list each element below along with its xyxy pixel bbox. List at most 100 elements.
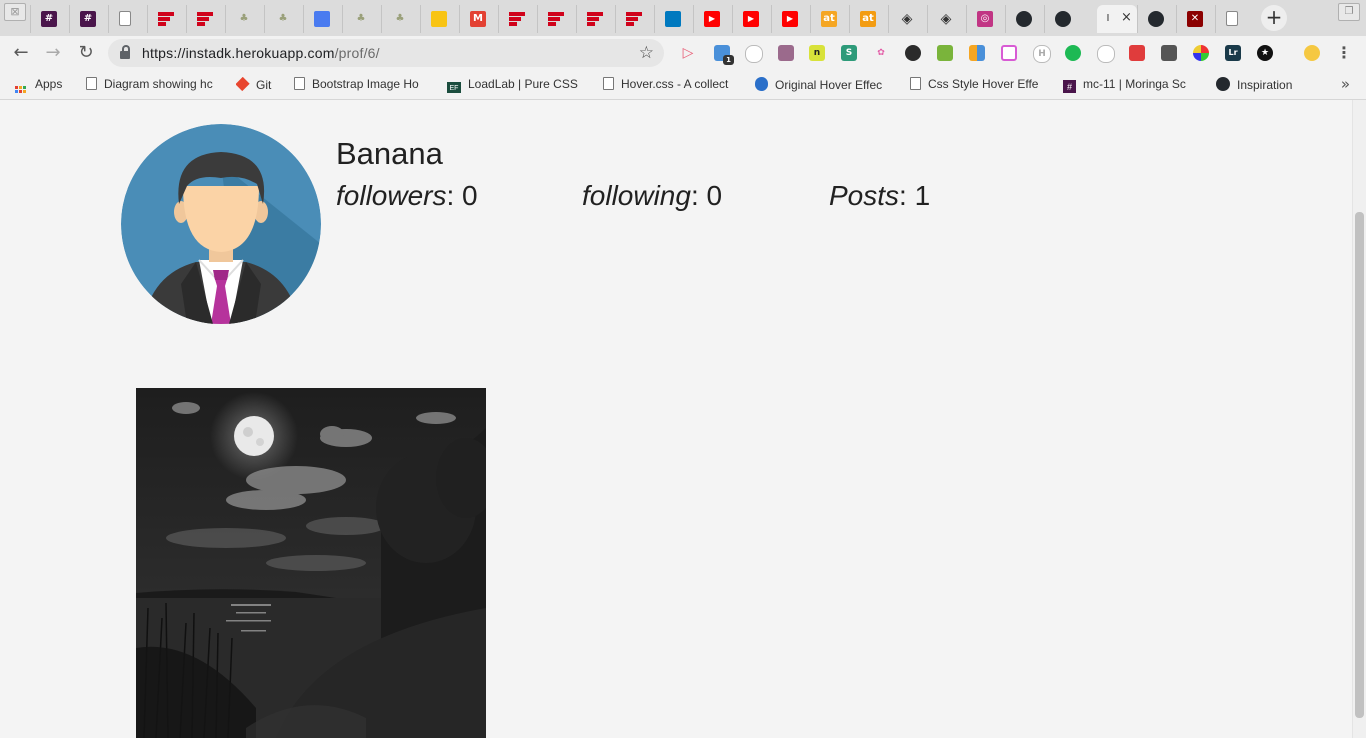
browser-tab[interactable]: ♣ [381,5,419,33]
stat-value: 0 [706,180,723,211]
apps-grid-icon [15,86,27,93]
browser-tab[interactable]: ◈ [888,5,926,33]
scrollbar-thumb[interactable] [1355,212,1364,718]
more-bookmarks-button[interactable]: » [1341,75,1350,93]
avatar-illustration [121,124,321,324]
alltop-icon: at [821,11,837,27]
reload-button[interactable]: ↻ [73,40,99,66]
browser-tab[interactable]: # [30,5,68,33]
browser-tab[interactable]: at [849,5,887,33]
restore-window-icon[interactable]: ❐ [1338,3,1360,21]
browser-tab[interactable]: ◈ [927,5,965,33]
extension-icon[interactable] [1161,45,1177,61]
docs-icon [314,11,330,27]
browser-tab[interactable] [108,5,146,33]
extension-icon[interactable] [745,45,763,63]
close-tab-icon[interactable]: × [1121,10,1132,25]
window-menu-icon[interactable]: ⊠ [4,3,26,21]
bookmark-hovercss[interactable]: Hover.css - A collect [603,77,738,93]
extension-icon[interactable]: n [809,45,825,61]
browser-tab[interactable]: at [810,5,848,33]
extension-icon[interactable]: H [1033,45,1051,63]
browser-tab[interactable]: ▶ [693,5,731,33]
browser-tab[interactable]: ♣ [342,5,380,33]
page-scrollbar[interactable] [1352,100,1366,738]
browser-tab[interactable] [615,5,653,33]
extension-icon[interactable] [1097,45,1115,63]
browser-tab[interactable] [303,5,341,33]
browser-tab[interactable] [576,5,614,33]
alltop-icon: at [860,11,876,27]
browser-tab[interactable] [147,5,185,33]
extension-icon[interactable] [1001,45,1017,61]
new-tab-button[interactable]: + [1261,5,1287,31]
extension-badge: 1 [723,55,734,65]
forward-button[interactable]: → [40,40,66,66]
extension-icon[interactable] [905,45,921,61]
extension-icon[interactable] [1065,45,1081,61]
browser-menu-icon[interactable]: ⋮ [1336,45,1352,61]
browser-tab[interactable]: ▶ [732,5,770,33]
extension-icon[interactable]: Lr [1225,45,1241,61]
browser-tab[interactable] [186,5,224,33]
browser-tab[interactable]: # [69,5,107,33]
browser-tab[interactable]: ● [1137,5,1175,33]
gmail-icon: M [470,11,486,27]
extension-icon[interactable]: S [841,45,857,61]
browser-tab[interactable] [1215,5,1253,33]
extension-icon[interactable] [1129,45,1145,61]
bookmark-inspiration[interactable]: Inspiration [1216,77,1306,93]
github-icon [1216,77,1230,91]
browser-tab[interactable]: ✕ [1176,5,1214,33]
extension-icon[interactable]: ✿ [873,45,889,61]
browser-tab[interactable]: ● [1005,5,1043,33]
bookmarks-bar: Apps Diagram showing hc Git Bootstrap Im… [0,70,1366,100]
tab-active[interactable]: I × [1097,5,1137,33]
stat-value: 1 [914,180,931,211]
lock-icon [120,45,130,59]
bookmark-star-icon[interactable]: ☆ [639,43,654,63]
browser-tab[interactable]: ◎ [966,5,1004,33]
back-button[interactable]: ← [8,40,34,66]
followers-stat[interactable]: followers: 0 [336,180,478,212]
palm-tree-icon: ♣ [278,13,288,24]
address-bar[interactable]: https://instadk.herokuapp.com/prof/6/ ☆ [108,39,664,67]
ef-icon: EF [447,82,461,93]
extension-icon[interactable]: ★ [1257,45,1273,61]
browser-tab[interactable] [498,5,536,33]
browser-tab[interactable] [537,5,575,33]
extension-icon[interactable] [1193,45,1209,61]
browser-tab[interactable] [420,5,458,33]
browser-tab[interactable]: ♣ [264,5,302,33]
browser-tab[interactable]: M [459,5,497,33]
bookmark-bootstrap[interactable]: Bootstrap Image Ho [294,77,430,93]
bookmark-css-style-hover[interactable]: Css Style Hover Effe [910,77,1045,93]
bookmark-apps[interactable]: Apps [15,77,75,93]
extension-icon[interactable] [778,45,794,61]
youtube-icon: ▶ [743,11,759,27]
github-icon: ● [1148,11,1164,27]
bookmark-original-hover[interactable]: Original Hover Effec [755,77,892,93]
bookmark-diagram[interactable]: Diagram showing hc [86,77,218,93]
codepen-icon: ◈ [901,11,913,27]
browser-tab[interactable] [654,5,692,33]
blank-page-icon [86,77,97,90]
bookmark-mc11[interactable]: # mc-11 | Moringa Sc [1063,77,1200,93]
browser-tab[interactable]: ♣ [225,5,263,33]
blank-page-icon [910,77,921,90]
github-icon: ● [1016,11,1032,27]
extension-icon[interactable] [969,45,985,61]
bookmark-git[interactable]: Git [236,77,286,93]
bookmark-loadlab[interactable]: EF LoadLab | Pure CSS [447,77,581,93]
following-stat[interactable]: following: 0 [582,180,722,212]
youtube-icon: ▶ [782,11,798,27]
cast-extension-icon[interactable]: ▷ [680,45,696,61]
profile-avatar-icon[interactable] [1304,45,1320,61]
extension-icon[interactable] [937,45,953,61]
post-image-moonlit-lake[interactable] [136,388,486,738]
browser-tab[interactable]: ● [1044,5,1082,33]
browser-tab[interactable]: ▶ [771,5,809,33]
codepen-icon: ◈ [940,11,952,27]
hashtag-slack-icon: # [80,11,96,27]
posts-stat: Posts: 1 [829,180,931,211]
